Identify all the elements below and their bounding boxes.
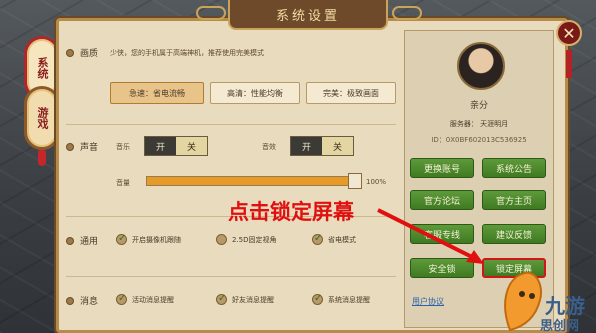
arrow-shaft [377,208,475,260]
watermark-subtext: 思创网 [540,319,580,333]
